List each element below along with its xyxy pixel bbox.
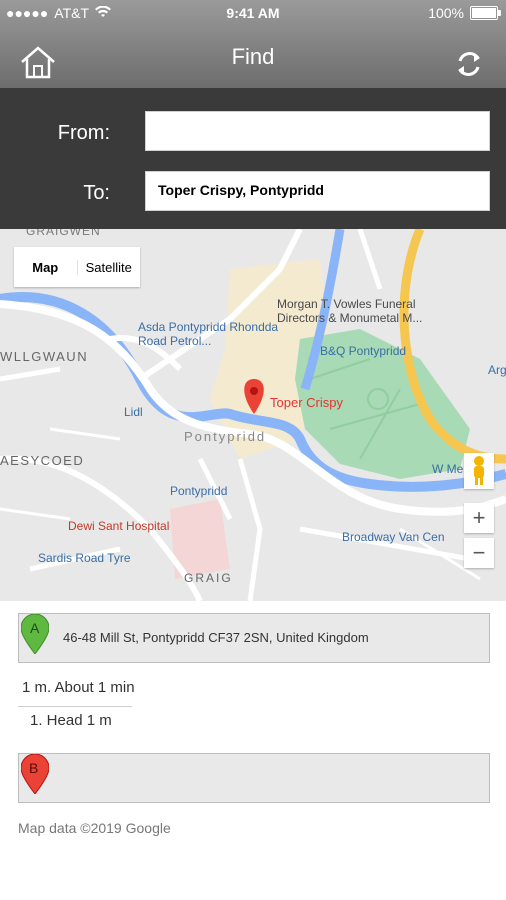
map-label: Sardis Road Tyre <box>38 551 131 565</box>
map-view[interactable]: GRAIGWEN WLLGWAUN AESYCOED GRAIG Pontypr… <box>0 229 506 601</box>
to-label: To: <box>83 182 110 204</box>
map-label: GRAIGWEN <box>26 229 101 238</box>
tab-satellite[interactable]: Satellite <box>76 259 141 275</box>
map-label: Broadway Van Cen <box>342 530 445 544</box>
marker-b-label: B <box>29 760 39 776</box>
map-label: Pontypridd <box>170 484 228 498</box>
page-title: Find <box>231 44 275 69</box>
map-label: GRAIG <box>184 571 233 585</box>
from-field[interactable] <box>145 111 490 151</box>
start-address-box: A 46-48 Mill St, Pontypridd CF37 2SN, Un… <box>18 613 490 663</box>
route-summary: 1 m. About 1 min <box>22 679 135 696</box>
map-label: Toper Crispy <box>270 395 343 410</box>
map-label: Asda Pontypridd Rhondda Road Petrol... <box>138 320 279 348</box>
map-label: Arg <box>488 363 506 377</box>
map-label: Lidl <box>124 405 143 419</box>
street-view-button[interactable] <box>464 453 494 489</box>
status-bar: ●●●●● AT&T 9:41 AM 100% <box>0 0 506 26</box>
route-step: 1. Head 1 m <box>30 712 112 729</box>
zoom-out-button[interactable]: − <box>464 538 494 568</box>
route-form: From: To: Toper Crispy, Pontypridd <box>0 88 506 230</box>
refresh-button[interactable] <box>454 48 484 80</box>
app-header: ●●●●● AT&T 9:41 AM 100% Find <box>0 0 506 88</box>
divider <box>18 706 132 707</box>
map-label: WLLGWAUN <box>0 349 89 364</box>
pegman-icon <box>474 456 484 485</box>
zoom-in-button[interactable]: + <box>464 503 494 533</box>
battery-percent: 100% <box>428 5 464 21</box>
status-right: 100% <box>428 5 501 21</box>
map-type-toggle: Map Satellite <box>14 247 140 287</box>
marker-a-label: A <box>30 620 40 636</box>
tab-map[interactable]: Map <box>14 260 77 275</box>
from-label: From: <box>57 122 110 144</box>
map-label: Morgan T. Vowles Funeral Directors & Mon… <box>277 297 423 325</box>
map-label: B&Q Pontypridd <box>320 344 407 358</box>
map-label: Dewi Sant Hospital <box>68 519 170 533</box>
end-address-box: B <box>18 753 490 803</box>
map-label: AESYCOED <box>0 453 85 468</box>
battery-icon <box>470 6 501 20</box>
start-address: 46-48 Mill St, Pontypridd CF37 2SN, Unit… <box>63 630 369 645</box>
map-copyright: Map data ©2019 Google <box>18 820 171 836</box>
map-label: W Me <box>432 462 464 476</box>
to-field[interactable]: Toper Crispy, Pontypridd <box>145 171 490 211</box>
map-label: Pontypridd <box>184 429 267 444</box>
refresh-icon <box>458 52 480 76</box>
